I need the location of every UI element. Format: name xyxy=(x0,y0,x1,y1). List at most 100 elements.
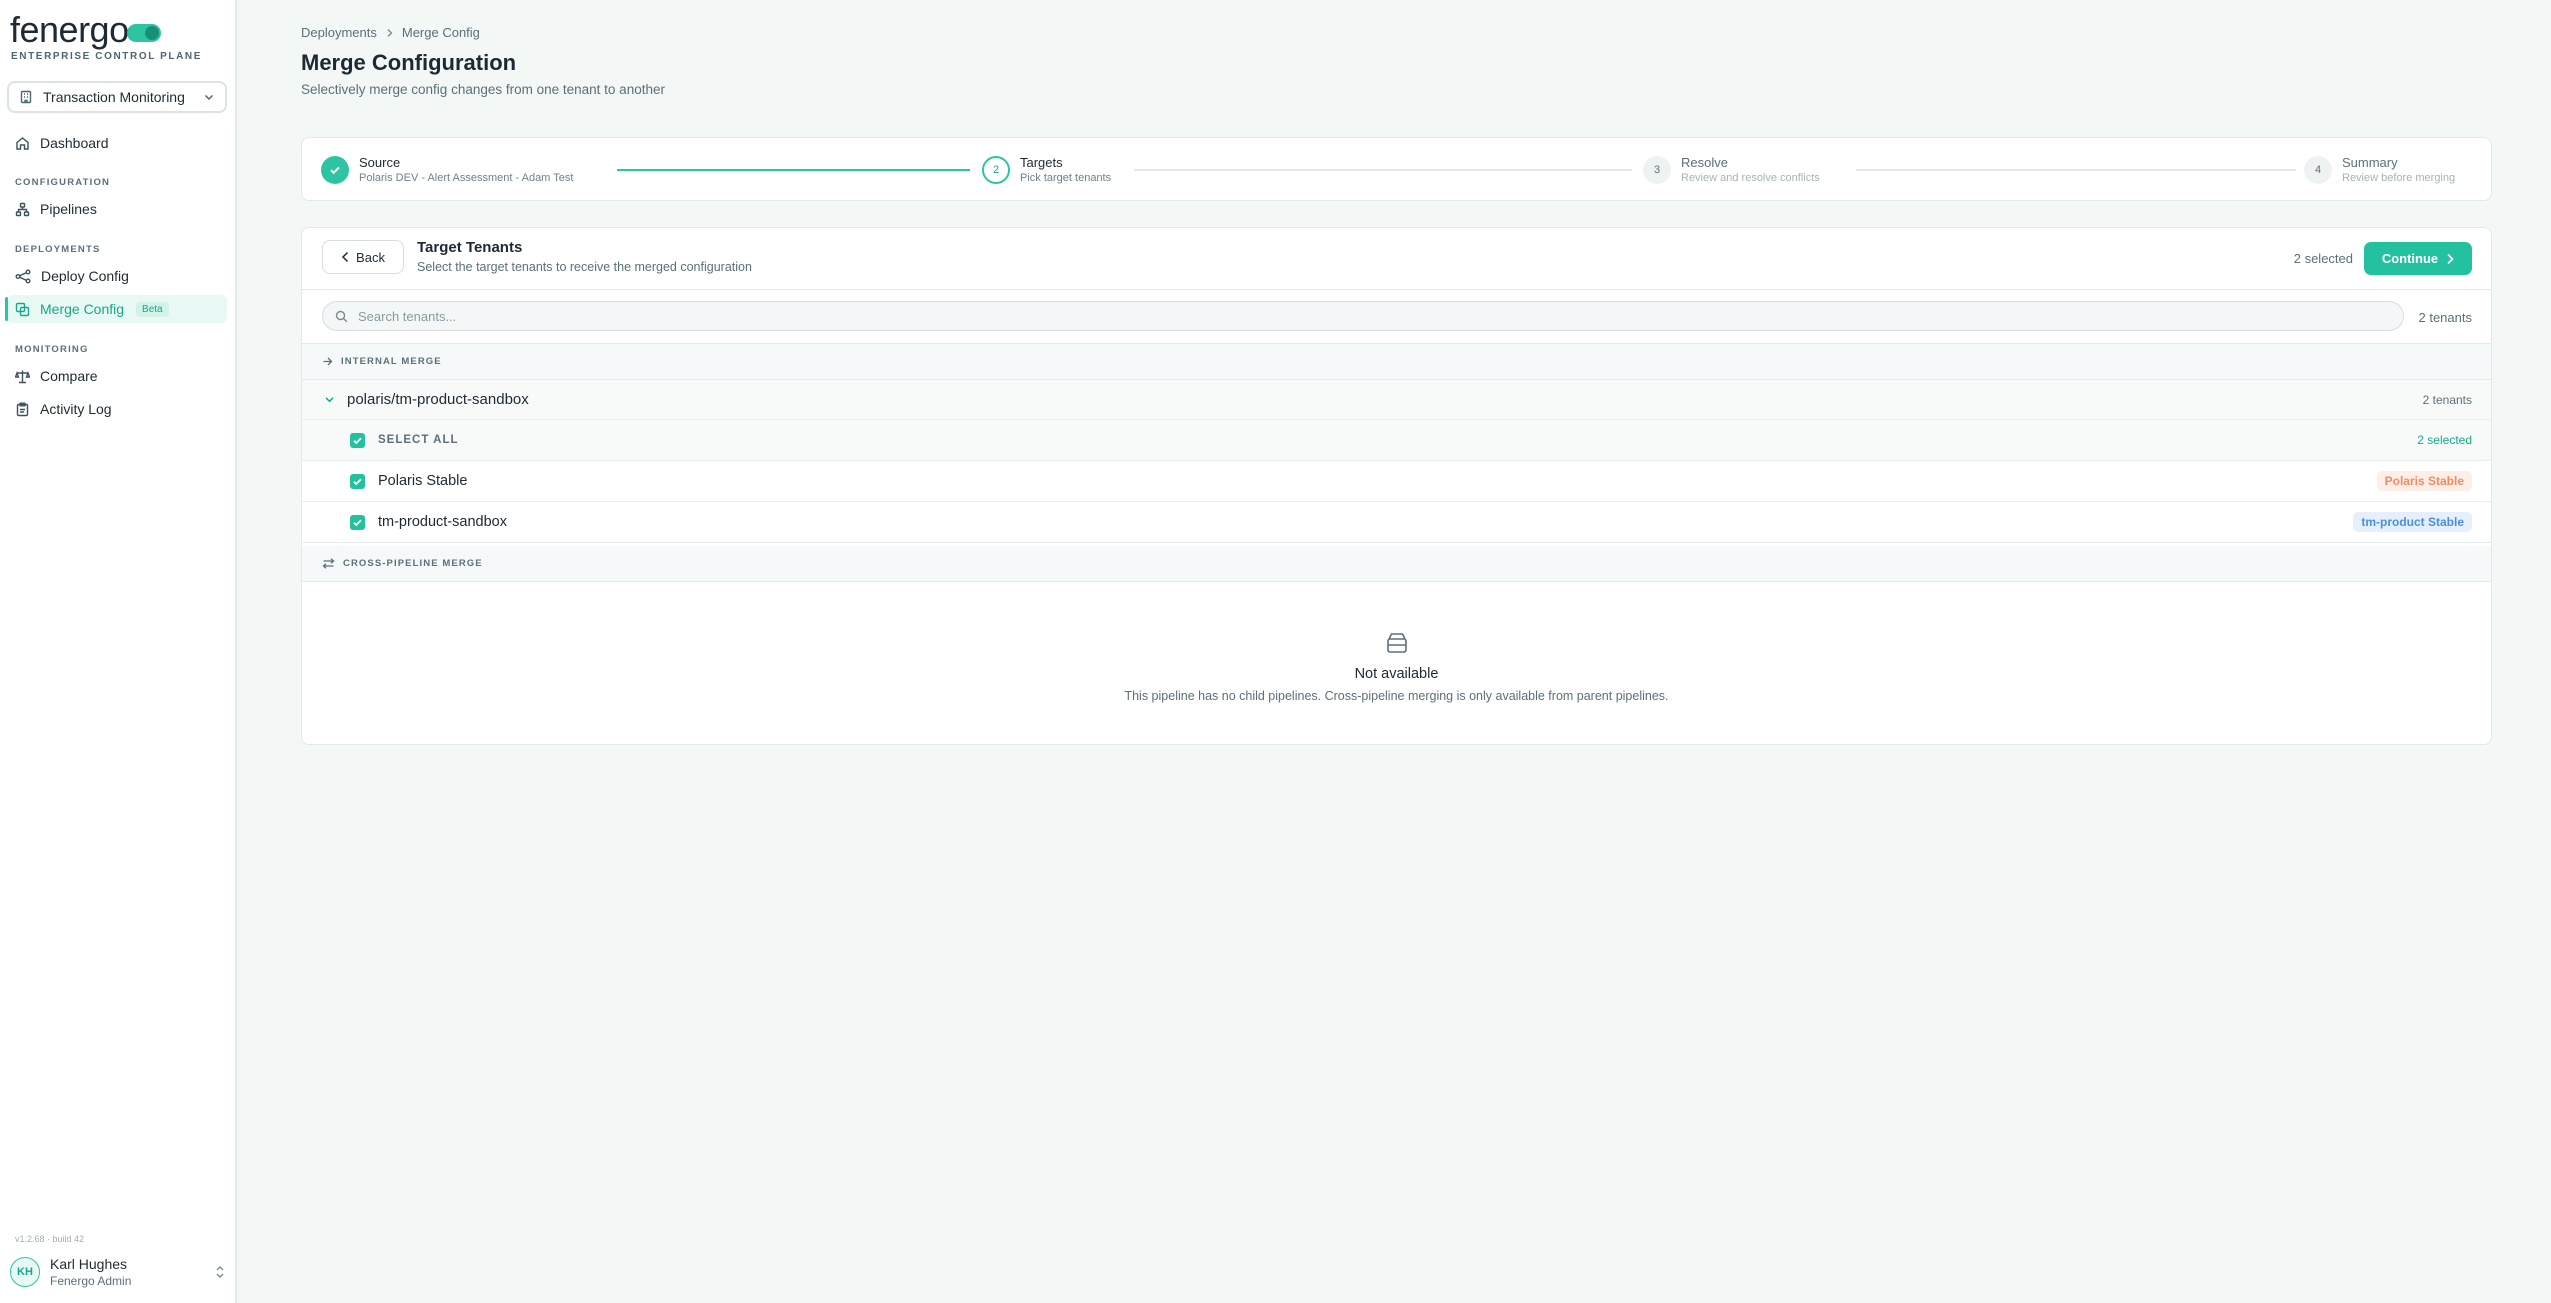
chevron-down-icon xyxy=(324,394,335,405)
page-subtitle: Selectively merge config changes from on… xyxy=(301,82,665,97)
breadcrumb-current: Merge Config xyxy=(401,25,480,40)
step-targets[interactable]: 2 Targets Pick target tenants xyxy=(982,155,1111,184)
sidebar-item-label: Compare xyxy=(40,368,98,384)
select-all-row[interactable]: SELECT ALL 2 selected xyxy=(302,420,2491,461)
chevron-up-down-icon xyxy=(215,1265,225,1279)
nav-section-deployments: DEPLOYMENTS xyxy=(15,244,101,255)
select-all-count: 2 selected xyxy=(2417,433,2472,447)
search-field[interactable] xyxy=(322,301,2404,331)
chevron-right-icon xyxy=(385,28,394,38)
pipeline-group-count: 2 tenants xyxy=(2422,392,2472,407)
pipeline-icon xyxy=(15,202,30,217)
sidebar-item-label: Dashboard xyxy=(40,135,109,151)
step-title: Summary xyxy=(2342,155,2398,170)
select-all-label: SELECT ALL xyxy=(378,434,459,446)
sidebar-item-activity-log[interactable]: Activity Log xyxy=(7,395,227,423)
step-connector xyxy=(1856,169,2296,171)
breadcrumb-deployments[interactable]: Deployments xyxy=(301,25,377,40)
pipeline-selector-value: Transaction Monitoring xyxy=(43,89,185,105)
chevron-down-icon xyxy=(203,91,215,103)
breadcrumb: Deployments Merge Config xyxy=(301,25,480,40)
pipeline-selector[interactable]: Transaction Monitoring xyxy=(7,81,227,113)
sidebar-item-label: Pipelines xyxy=(40,201,97,217)
cross-pipeline-merge-section: CROSS-PIPELINE MERGE xyxy=(302,546,2491,582)
sidebar-item-label: Merge Config xyxy=(40,301,125,317)
logo-toggle-mark xyxy=(126,24,161,42)
step-source[interactable]: Source Polaris DEV - Alert Assessment - … xyxy=(321,155,573,184)
version-label: v1.2.68 · build 42 xyxy=(15,1234,85,1244)
building-icon xyxy=(19,90,33,104)
sidebar-item-label: Deploy Config xyxy=(41,268,129,284)
tenant-name: tm-product-sandbox xyxy=(378,514,507,530)
tenant-row[interactable]: Polaris Stable Polaris Stable xyxy=(302,461,2491,502)
target-tenants-subtitle: Select the target tenants to receive the… xyxy=(417,260,752,274)
tenant-count: 2 tenants xyxy=(2418,310,2473,325)
chevron-right-icon xyxy=(2446,253,2454,265)
logo-text: fenergo xyxy=(10,9,129,50)
chevron-left-icon xyxy=(341,251,350,263)
target-tenants-card: Back Target Tenants Select the target te… xyxy=(301,227,2492,745)
pipeline-group-toggle[interactable]: polaris/tm-product-sandbox 2 tenants xyxy=(302,380,2491,420)
page-title: Merge Configuration xyxy=(301,50,517,75)
step-desc: Review before merging xyxy=(2342,172,2456,184)
deploy-share-icon xyxy=(15,269,31,284)
step-title: Resolve xyxy=(1681,155,1728,170)
continue-button[interactable]: Continue xyxy=(2364,242,2472,275)
beta-badge: Beta xyxy=(136,301,169,317)
tenant-env-badge: Polaris Stable xyxy=(2376,471,2472,491)
target-tenants-header: Back Target Tenants Select the target te… xyxy=(302,228,2491,290)
step-title: Source xyxy=(359,155,401,170)
avatar: KH xyxy=(10,1257,40,1287)
empty-state-title: Not available xyxy=(1354,666,1439,682)
arrow-right-icon xyxy=(322,356,333,367)
tenant-checkbox[interactable] xyxy=(350,514,365,530)
user-menu[interactable]: KH Karl Hughes Fenergo Admin xyxy=(10,1256,225,1288)
step-connector xyxy=(1134,169,1632,171)
sidebar-item-deploy-config[interactable]: Deploy Config xyxy=(7,262,227,290)
step-number: 4 xyxy=(2304,155,2332,184)
empty-state-description: This pipeline has no child pipelines. Cr… xyxy=(1124,689,1669,703)
main-content: Deployments Merge Config Merge Configura… xyxy=(238,0,2551,1303)
sidebar: fenergo ENTERPRISE CONTROL PLANE Transac… xyxy=(0,0,237,1303)
search-input[interactable] xyxy=(358,308,2403,324)
swap-arrows-icon xyxy=(322,558,335,569)
nav-section-configuration: CONFIGURATION xyxy=(15,177,111,188)
scale-icon xyxy=(15,369,30,384)
step-connector xyxy=(617,169,970,171)
step-resolve[interactable]: 3 Resolve Review and resolve conflicts xyxy=(1643,155,1820,184)
target-tenants-title: Target Tenants xyxy=(417,239,523,256)
continue-button-label: Continue xyxy=(2381,251,2439,266)
sidebar-item-compare[interactable]: Compare xyxy=(7,362,227,390)
user-name: Karl Hughes xyxy=(50,1256,128,1272)
step-summary[interactable]: 4 Summary Review before merging xyxy=(2304,155,2455,184)
brand-subtitle: ENTERPRISE CONTROL PLANE xyxy=(11,51,203,62)
nav-section-monitoring: MONITORING xyxy=(15,344,89,355)
sidebar-item-dashboard[interactable]: Dashboard xyxy=(7,129,227,157)
selected-count: 2 selected xyxy=(2293,251,2353,266)
internal-merge-section: INTERNAL MERGE xyxy=(302,344,2491,380)
select-all-checkbox[interactable] xyxy=(350,432,365,448)
search-icon xyxy=(335,310,348,323)
fenergo-logo[interactable]: fenergo xyxy=(10,10,161,50)
clipboard-icon xyxy=(15,402,30,417)
sidebar-item-merge-config[interactable]: Merge Config Beta xyxy=(5,295,227,323)
tenant-checkbox[interactable] xyxy=(350,473,365,489)
empty-state: Not available This pipeline has no child… xyxy=(302,588,2491,744)
sidebar-item-label: Activity Log xyxy=(40,401,112,417)
step-desc: Polaris DEV - Alert Assessment - Adam Te… xyxy=(359,172,574,184)
back-button[interactable]: Back xyxy=(322,240,404,274)
internal-merge-label: INTERNAL MERGE xyxy=(341,356,442,367)
merge-stepper: Source Polaris DEV - Alert Assessment - … xyxy=(301,137,2492,201)
tenant-name: Polaris Stable xyxy=(378,473,468,489)
cross-pipeline-label: CROSS-PIPELINE MERGE xyxy=(343,558,483,569)
tenant-row[interactable]: tm-product-sandbox tm-product Stable xyxy=(302,502,2491,543)
step-number: 2 xyxy=(982,155,1010,184)
user-role: Fenergo Admin xyxy=(50,1274,132,1288)
step-number: 3 xyxy=(1643,155,1671,184)
sidebar-item-pipelines[interactable]: Pipelines xyxy=(7,195,227,223)
step-title: Targets xyxy=(1020,155,1063,170)
step-desc: Pick target tenants xyxy=(1020,172,1112,184)
search-row: 2 tenants xyxy=(302,290,2491,344)
home-icon xyxy=(15,136,30,151)
step-done-check-icon xyxy=(321,155,349,184)
